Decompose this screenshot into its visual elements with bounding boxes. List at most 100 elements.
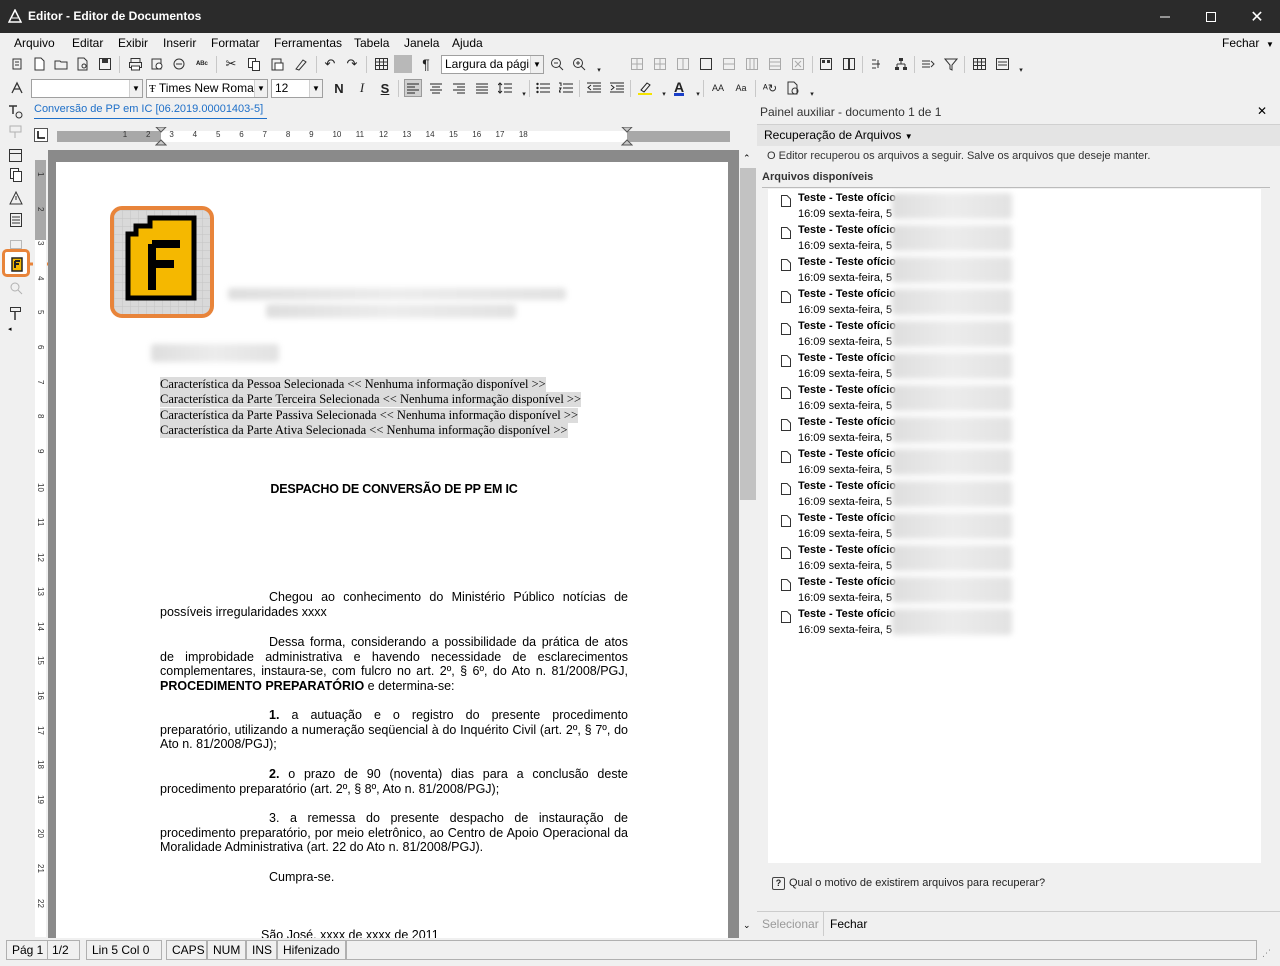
new-document-icon[interactable] [30,55,48,73]
italic-icon[interactable]: I [353,79,371,97]
tab-stop-selector[interactable] [34,128,48,142]
select-button[interactable]: Selecionar [762,917,819,931]
menu-ajuda[interactable]: Ajuda [452,36,483,50]
highlight-icon[interactable] [636,79,654,97]
form-icon[interactable] [993,55,1011,73]
table-merge-icon[interactable] [743,55,761,73]
mail-merge-icon[interactable] [170,55,188,73]
numbered-list-icon[interactable] [557,79,575,97]
print-preview-icon[interactable] [148,55,166,73]
layout-grid-icon[interactable] [817,55,835,73]
font-color-arrow-icon[interactable]: ▾ [689,85,707,103]
menu-ferramentas[interactable]: Ferramentas [274,36,342,50]
columns-icon[interactable] [394,55,412,73]
style-icon[interactable] [8,79,26,97]
menu-arquivo[interactable]: Arquivo [14,36,55,50]
print-icon[interactable] [126,55,144,73]
pages-icon[interactable] [7,166,25,184]
brush-icon[interactable] [292,55,310,73]
underline-icon[interactable]: S [376,79,394,97]
minimize-button[interactable] [1142,0,1188,33]
document-scrollbar[interactable]: ⌃ ⌄ [739,150,757,938]
panel-close-icon[interactable]: ✕ [1257,104,1267,118]
format-painter-icon[interactable] [8,55,26,73]
document-page[interactable]: Característica da Pessoa Selecionada << … [56,162,728,938]
table-distribute-icon[interactable] [766,55,784,73]
line-spacing-icon[interactable] [496,79,514,97]
menu-inserir[interactable]: Inserir [163,36,196,50]
help-link[interactable]: ? Qual o motivo de existirem arquivos par… [772,877,1045,890]
maximize-button[interactable] [1188,0,1234,33]
cut-icon[interactable]: ✂ [222,55,240,73]
hierarchy-icon[interactable] [892,55,910,73]
font-dropdown-icon[interactable]: ▼ [254,80,267,97]
menu-formatar[interactable]: Formatar [211,36,260,50]
search-person-icon[interactable] [7,280,25,298]
increase-indent-icon[interactable] [608,79,626,97]
spellcheck-icon[interactable]: ᴬᴮᶜ [193,55,211,73]
zoom-dropdown-icon[interactable]: ▼ [530,56,543,73]
font-select[interactable]: Ŧ Times New Roman ▼ [146,79,268,98]
scroll-up-icon[interactable]: ⌃ [743,153,751,164]
list-document-icon[interactable] [7,211,25,229]
lowercase-icon[interactable]: Aa [732,79,750,97]
menu-exibir[interactable]: Exibir [118,36,148,50]
decrease-indent-icon[interactable] [585,79,603,97]
export-icon[interactable] [919,55,937,73]
table-delete-icon[interactable] [789,55,807,73]
section-dropdown-icon[interactable]: ▼ [905,132,913,141]
filter-icon[interactable] [942,55,960,73]
font-size-select[interactable]: 12 ▼ [271,79,323,98]
menu-fechar[interactable]: Fechar [1222,36,1259,50]
align-right-icon[interactable] [450,79,468,97]
templates-icon[interactable] [7,146,25,164]
insert-table-icon[interactable] [372,55,390,73]
zoom-in-icon[interactable] [570,55,588,73]
close-window-button[interactable]: ✕ [1234,0,1280,33]
menu-janela[interactable]: Janela [404,36,439,50]
save-icon[interactable] [96,55,114,73]
resize-grip-icon[interactable]: ⋰ [1262,948,1271,959]
layout-columns-icon[interactable] [840,55,858,73]
document-search-icon[interactable] [74,55,92,73]
indent-marker[interactable] [155,127,167,149]
style-dropdown-icon[interactable]: ▼ [129,80,142,97]
recovery-section-header[interactable]: Recuperação de Arquivos ▼ [764,128,913,142]
table-grid-icon[interactable] [628,55,646,73]
side-toolbar-arrow-icon[interactable]: ◂ [8,325,12,333]
table-insert-row-icon[interactable] [651,55,669,73]
document-view-icon[interactable] [784,79,802,97]
zoom-select[interactable]: Largura da págir ▼ [441,55,544,74]
scroll-thumb[interactable] [740,168,756,500]
zoom-out-icon[interactable] [548,55,566,73]
undo-icon[interactable]: ↶ [321,55,339,73]
paste-icon[interactable] [268,55,286,73]
document-tab[interactable]: Conversão de PP em IC [06.2019.00001403-… [34,103,267,119]
align-left-icon[interactable] [404,79,422,97]
copy-icon[interactable] [245,55,263,73]
menu-tabela[interactable]: Tabela [354,36,389,50]
bullet-list-icon[interactable] [534,79,552,97]
find-replace-icon[interactable]: ᴬ↻ [761,79,779,97]
spreadsheet-icon[interactable] [970,55,988,73]
redo-icon[interactable]: ↷ [343,55,361,73]
style-select[interactable]: ▼ [31,79,143,98]
justify-icon[interactable] [473,79,491,97]
table-insert-col-icon[interactable] [674,55,692,73]
file-recovery-button[interactable] [2,249,30,277]
align-center-icon[interactable] [427,79,445,97]
warning-document-icon[interactable] [7,189,25,207]
table-border-icon[interactable] [697,55,715,73]
uppercase-icon[interactable]: AA [709,79,727,97]
font-color-icon[interactable]: A [670,79,688,97]
font-size-dropdown-icon[interactable]: ▼ [309,80,322,97]
menu-editar[interactable]: Editar [72,36,103,50]
document-canvas[interactable]: Característica da Pessoa Selecionada << … [48,150,739,938]
line-spacing-arrow-icon[interactable]: ▾ [515,85,533,103]
table-split-icon[interactable] [720,55,738,73]
recovered-files-list[interactable]: Teste - Teste ofício 16:09 sexta-feira, 5… [768,189,1261,863]
panel-close-button[interactable]: Fechar [830,917,867,931]
menu-fechar-arrow-icon[interactable]: ▼ [1266,40,1274,49]
paint-roller-icon[interactable] [7,305,25,323]
show-formatting-icon[interactable]: ¶ [417,55,435,73]
